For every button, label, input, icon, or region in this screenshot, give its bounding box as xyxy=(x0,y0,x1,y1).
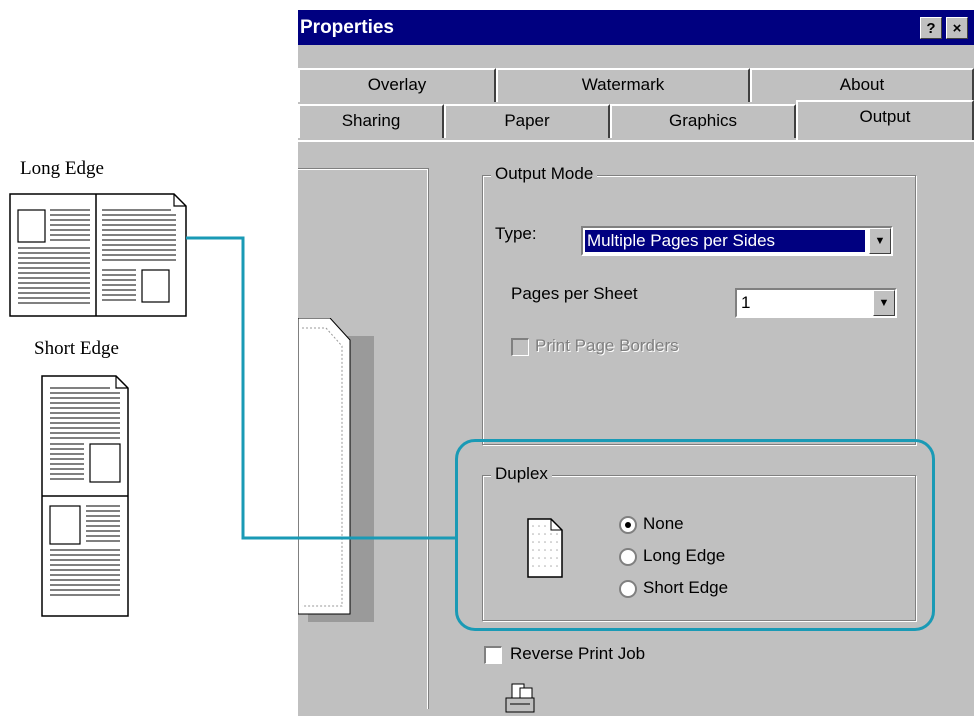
tab-sharing[interactable]: Sharing xyxy=(298,104,444,138)
tab-paper[interactable]: Paper xyxy=(444,104,610,138)
long-edge-booklet-icon xyxy=(9,193,187,317)
short-edge-caption: Short Edge xyxy=(34,338,119,359)
long-edge-caption: Long Edge xyxy=(20,158,104,179)
output-mode-group: Output Mode Type: Multiple Pages per Sid… xyxy=(482,164,916,445)
chevron-down-icon[interactable]: ▼ xyxy=(869,228,891,254)
chevron-down-icon[interactable]: ▼ xyxy=(873,290,895,316)
reverse-print-job-checkbox[interactable] xyxy=(484,646,502,664)
dialog-title: Properties xyxy=(300,17,394,38)
tab-overlay[interactable]: Overlay xyxy=(298,68,496,102)
type-value: Multiple Pages per Sides xyxy=(587,231,776,250)
print-page-borders-label: Print Page Borders xyxy=(535,336,679,355)
tab-graphics[interactable]: Graphics xyxy=(610,104,796,138)
print-page-borders-checkbox[interactable] xyxy=(511,338,529,356)
tab-output[interactable]: Output xyxy=(796,100,974,140)
page-preview-image xyxy=(298,318,374,622)
printer-stack-icon xyxy=(505,683,535,713)
close-button[interactable]: × xyxy=(946,17,968,39)
tab-about[interactable]: About xyxy=(750,68,974,102)
pages-per-sheet-label: Pages per Sheet xyxy=(511,284,638,303)
title-bar: Properties ? × xyxy=(298,10,974,45)
output-mode-legend: Output Mode xyxy=(491,164,598,184)
tab-watermark[interactable]: Watermark xyxy=(496,68,750,102)
reverse-print-job-label: Reverse Print Job xyxy=(510,644,646,663)
type-dropdown[interactable]: Multiple Pages per Sides ▼ xyxy=(581,226,893,256)
help-button[interactable]: ? xyxy=(920,17,942,39)
pages-per-sheet-dropdown[interactable]: 1 ▼ xyxy=(735,288,897,318)
type-label: Type: xyxy=(495,224,537,243)
pages-per-sheet-value: 1 xyxy=(741,293,751,312)
duplex-highlight-frame xyxy=(455,439,935,631)
short-edge-booklet-icon xyxy=(41,375,129,617)
